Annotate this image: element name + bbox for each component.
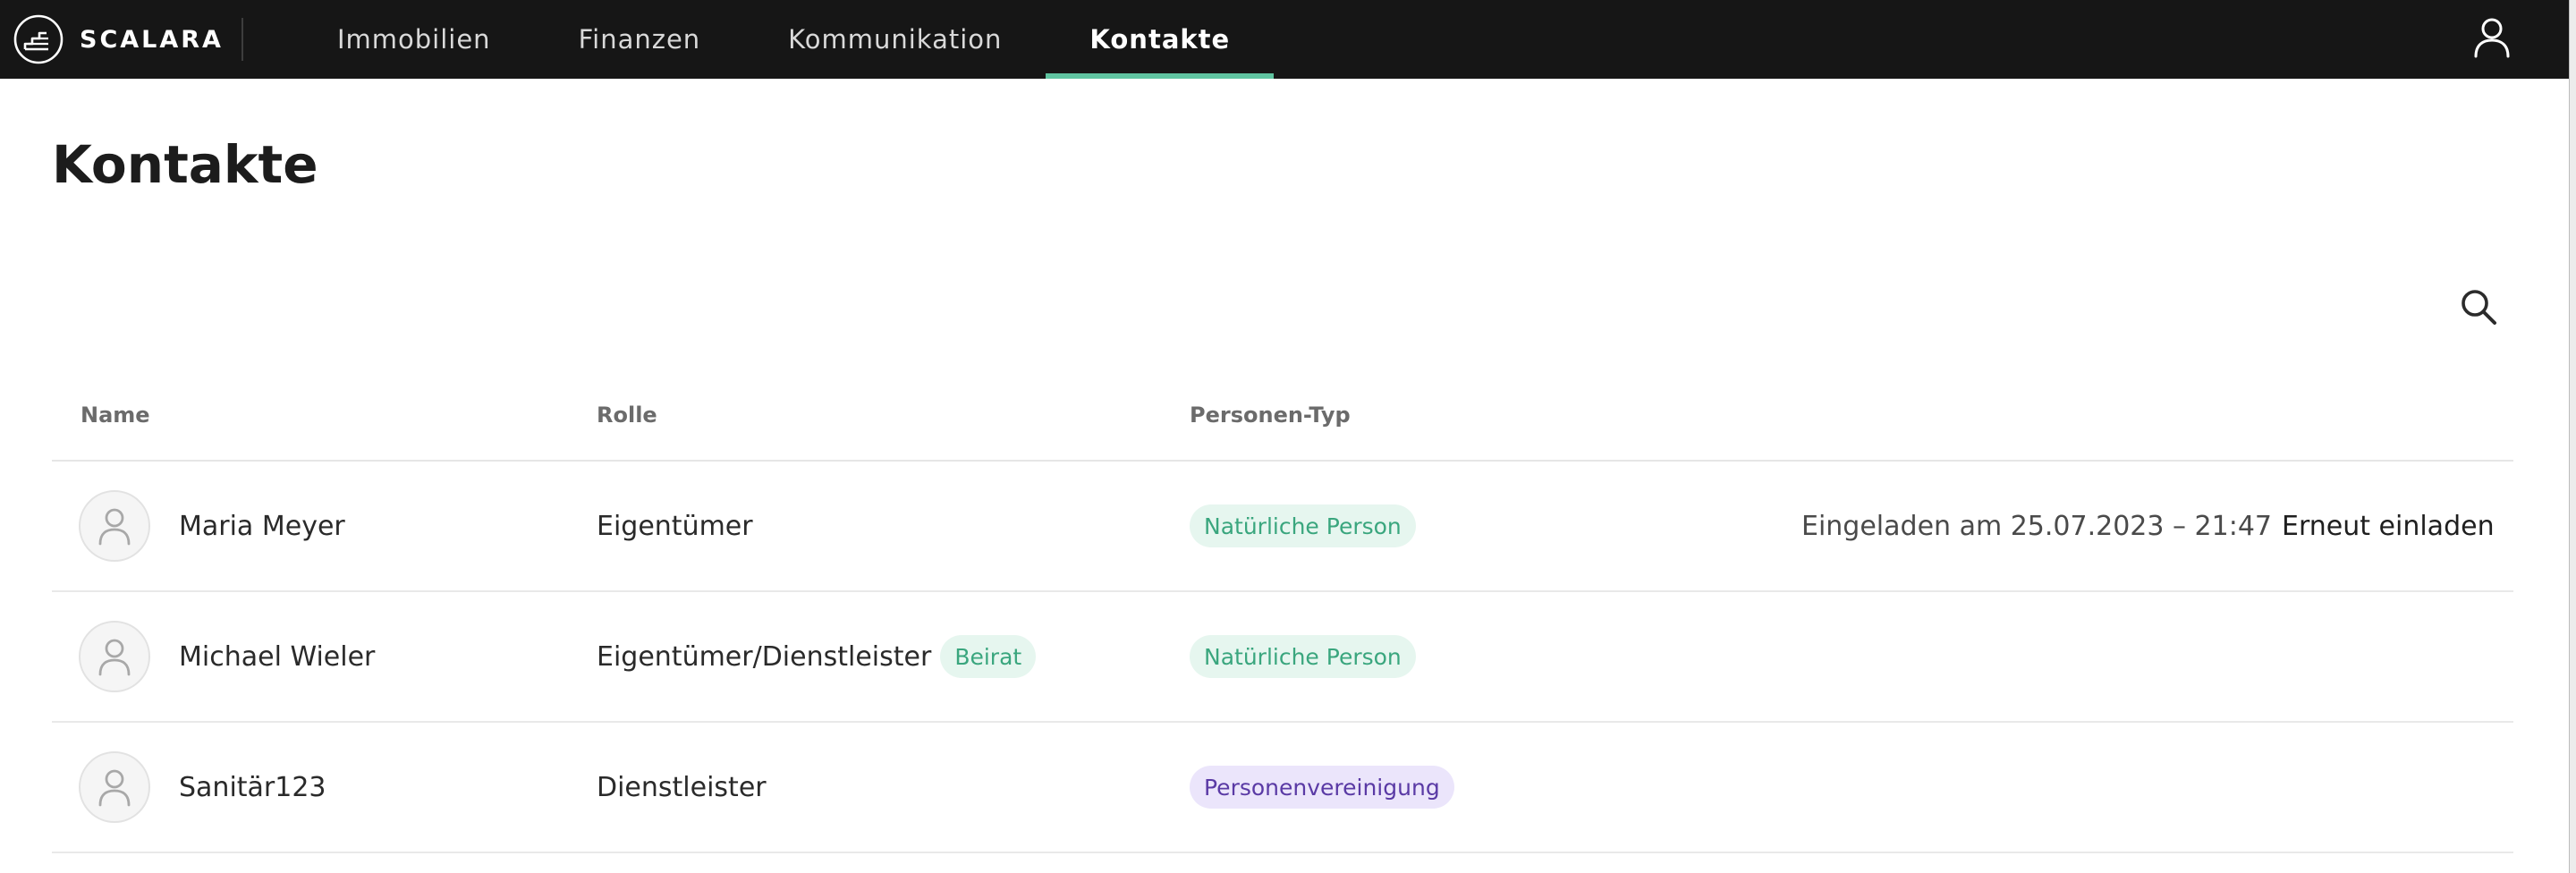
role-cell: Dienstleister bbox=[597, 723, 767, 852]
name-cell: Michael Wieler bbox=[79, 592, 375, 721]
page-title: Kontakte bbox=[52, 134, 318, 195]
avatar bbox=[79, 751, 150, 823]
contact-role: Dienstleister bbox=[597, 771, 767, 803]
table-row[interactable]: Michael Wieler Eigentümer/Dienstleister … bbox=[52, 592, 2513, 723]
app-root: SCALARA Immobilien Finanzen Kommunikatio… bbox=[0, 0, 2576, 873]
column-header-name[interactable]: Name bbox=[80, 403, 150, 428]
top-navigation-bar: SCALARA Immobilien Finanzen Kommunikatio… bbox=[0, 0, 2569, 79]
contacts-table: Name Rolle Personen-Typ Maria Meyer Eige… bbox=[52, 385, 2513, 853]
person-avatar-icon bbox=[98, 639, 131, 676]
scalara-logo-icon bbox=[13, 14, 64, 64]
contact-name: Sanitär123 bbox=[179, 771, 326, 803]
user-icon bbox=[2474, 18, 2510, 58]
search-icon bbox=[2462, 290, 2496, 325]
table-row[interactable]: Sanitär123 Dienstleister Personenvereini… bbox=[52, 723, 2513, 853]
avatar bbox=[79, 490, 150, 562]
contact-name: Michael Wieler bbox=[179, 640, 376, 673]
invite-status-cell: Eingeladen am 25.07.2023 – 21:47 bbox=[1801, 462, 2272, 590]
nav-item-immobilien[interactable]: Immobilien bbox=[293, 0, 535, 79]
column-header-role[interactable]: Rolle bbox=[597, 403, 657, 428]
person-type-badge: Personenvereinigung bbox=[1190, 766, 1454, 809]
main-nav: Immobilien Finanzen Kommunikation Kontak… bbox=[293, 0, 1274, 79]
contact-name: Maria Meyer bbox=[179, 510, 345, 542]
action-cell: Erneut einladen bbox=[2282, 462, 2495, 590]
column-header-person-type[interactable]: Personen-Typ bbox=[1190, 403, 1351, 428]
table-header: Name Rolle Personen-Typ bbox=[52, 385, 2513, 462]
role-badge: Beirat bbox=[940, 635, 1037, 678]
brand-logo[interactable]: SCALARA bbox=[0, 0, 243, 79]
person-avatar-icon bbox=[98, 769, 131, 807]
brand-divider bbox=[241, 18, 243, 61]
person-type-badge: Natürliche Person bbox=[1190, 504, 1416, 547]
reinvite-button[interactable]: Erneut einladen bbox=[2282, 511, 2495, 542]
name-cell: Maria Meyer bbox=[79, 462, 345, 590]
contact-role: Eigentümer bbox=[597, 510, 753, 542]
invite-status: Eingeladen am 25.07.2023 – 21:47 bbox=[1801, 510, 2273, 542]
table-row[interactable]: Maria Meyer Eigentümer Natürliche Person… bbox=[52, 462, 2513, 592]
name-cell: Sanitär123 bbox=[79, 723, 326, 852]
role-cell: Eigentümer/Dienstleister Beirat bbox=[597, 592, 1037, 721]
role-cell: Eigentümer bbox=[597, 462, 753, 590]
contact-role: Eigentümer/Dienstleister bbox=[597, 640, 932, 673]
nav-item-finanzen[interactable]: Finanzen bbox=[535, 0, 745, 79]
person-avatar-icon bbox=[98, 508, 131, 546]
person-type-badge: Natürliche Person bbox=[1190, 635, 1416, 678]
person-type-cell: Personenvereinigung bbox=[1190, 723, 1454, 852]
avatar bbox=[79, 621, 150, 692]
brand-name: SCALARA bbox=[80, 25, 224, 54]
person-type-cell: Natürliche Person bbox=[1190, 592, 1416, 721]
person-type-cell: Natürliche Person bbox=[1190, 462, 1416, 590]
nav-item-kontakte[interactable]: Kontakte bbox=[1046, 0, 1274, 79]
search-button[interactable] bbox=[2456, 284, 2501, 329]
user-menu-button[interactable] bbox=[2465, 11, 2519, 64]
nav-item-kommunikation[interactable]: Kommunikation bbox=[744, 0, 1046, 79]
window-edge bbox=[2569, 0, 2576, 873]
